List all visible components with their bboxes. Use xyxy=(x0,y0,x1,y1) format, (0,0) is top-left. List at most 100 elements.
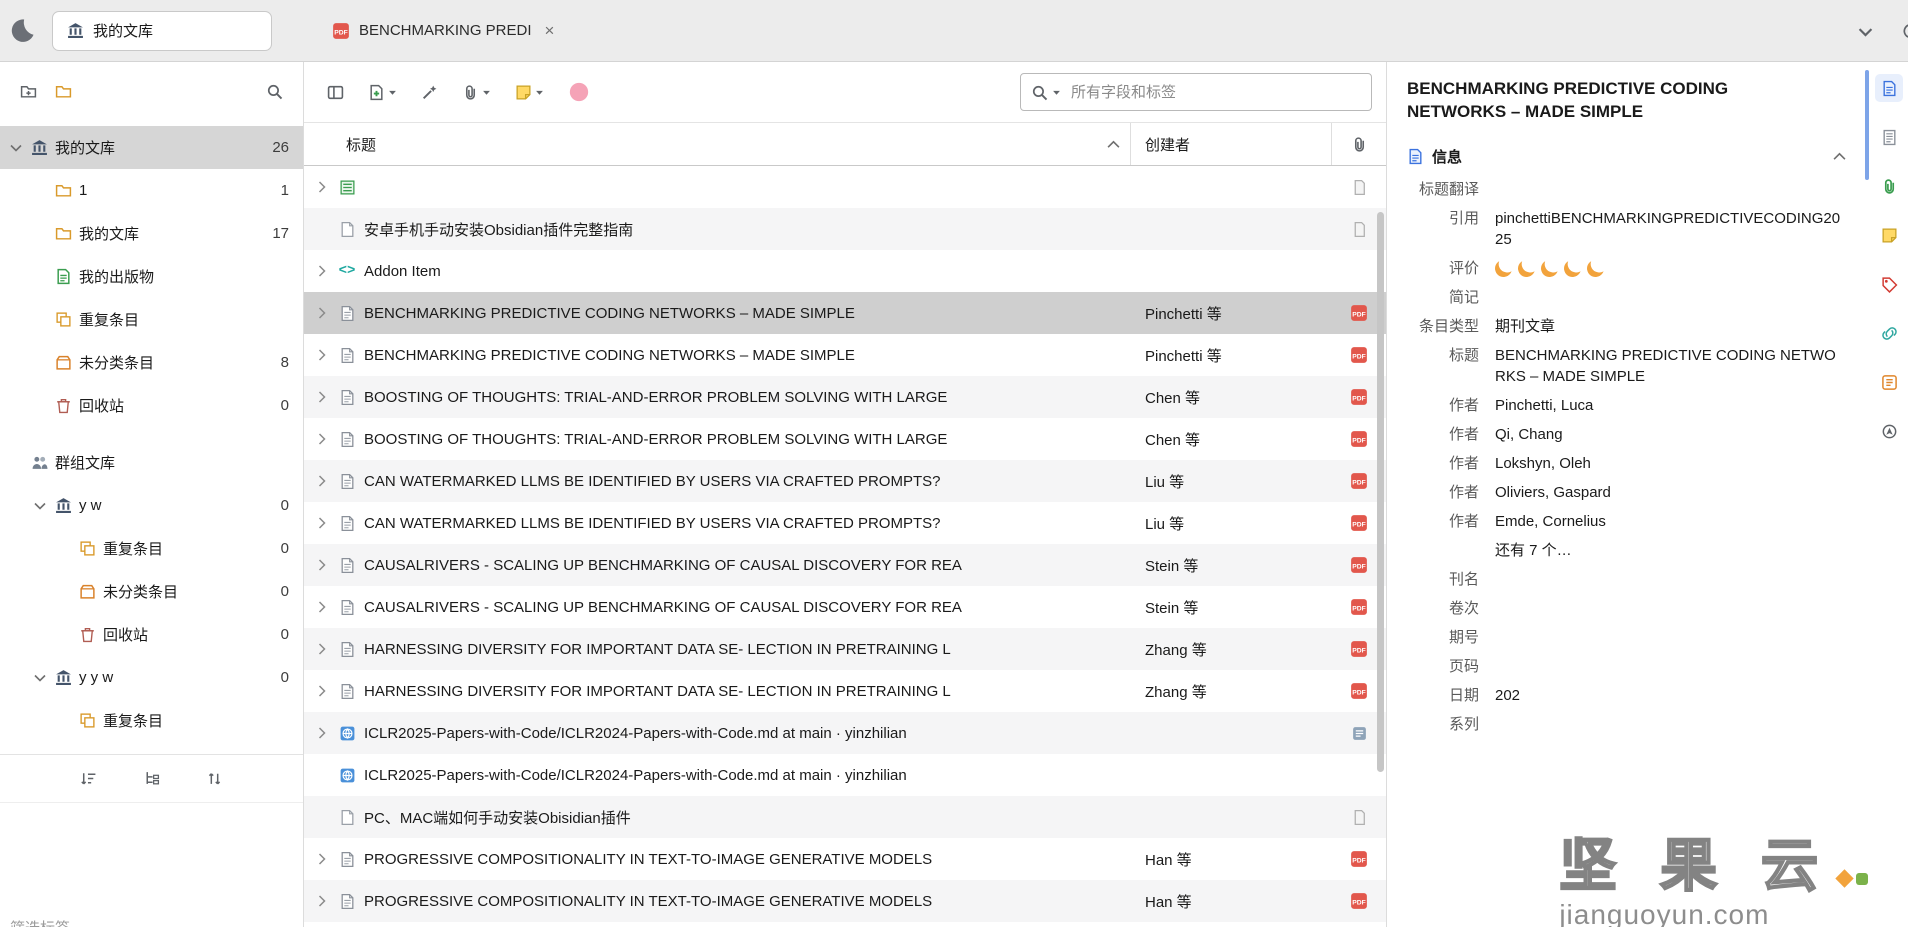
sidebar-item[interactable]: 群组文库 xyxy=(0,441,303,484)
twisty-icon[interactable] xyxy=(314,643,330,655)
twisty-icon[interactable] xyxy=(314,349,330,361)
field-value[interactable] xyxy=(1495,179,1846,200)
field-value[interactable] xyxy=(1495,569,1846,590)
field-value[interactable]: pinchettiBENCHMARKINGPREDICTIVECODING202… xyxy=(1495,208,1846,250)
locate-pane-icon[interactable] xyxy=(1875,417,1903,445)
sidebar-item[interactable]: 重复条目 xyxy=(0,298,303,341)
moon-theme-icon[interactable] xyxy=(0,17,44,44)
table-row[interactable]: PC、MAC端如何手动安装Obisidian插件 xyxy=(304,796,1386,838)
search-collections-icon[interactable] xyxy=(266,83,283,100)
table-row[interactable]: CAN WATERMARKED LLMS BE IDENTIFIED BY US… xyxy=(304,502,1386,544)
table-row[interactable]: <> Addon Item xyxy=(304,250,1386,292)
attachments-pane-icon[interactable] xyxy=(1875,172,1903,200)
twisty-icon[interactable] xyxy=(314,475,330,487)
table-row[interactable] xyxy=(304,166,1386,208)
twisty-icon[interactable] xyxy=(314,265,330,277)
table-row[interactable]: ICLR2025-Papers-with-Code/ICLR2024-Paper… xyxy=(304,754,1386,796)
twisty-icon[interactable] xyxy=(314,307,330,319)
sidebar-item[interactable]: 我的出版物 xyxy=(0,255,303,298)
field-value[interactable] xyxy=(1495,714,1846,735)
chevron-down-icon[interactable] xyxy=(1856,22,1875,41)
twisty-icon[interactable] xyxy=(314,601,330,613)
sidebar-item[interactable]: 重复条目 0 xyxy=(0,527,303,570)
table-row[interactable]: CAUSALRIVERS - SCALING UP BENCHMARKING O… xyxy=(304,586,1386,628)
sidebar-item[interactable]: 我的文库 17 xyxy=(0,212,303,255)
sidebar-item[interactable]: y y w 0 xyxy=(0,656,303,699)
table-row[interactable]: PROGRESSIVE COMPOSITIONALITY IN TEXT-TO-… xyxy=(304,838,1386,880)
new-note-button[interactable] xyxy=(508,78,551,107)
twisty-icon[interactable] xyxy=(8,144,24,152)
field-value[interactable]: Oliviers, Gaspard xyxy=(1495,482,1846,503)
sort-icon[interactable] xyxy=(80,770,97,787)
twisty-icon[interactable] xyxy=(32,674,48,682)
moon-rating-icon[interactable] xyxy=(1539,257,1561,279)
twisty-icon[interactable] xyxy=(32,502,48,510)
table-row[interactable]: BOOSTING OF THOUGHTS: TRIAL-AND-ERROR PR… xyxy=(304,418,1386,460)
table-row[interactable]: PROGRESSIVE COMPOSITIONALITY IN TEXT-TO-… xyxy=(304,880,1386,922)
toggle-panel-icon[interactable] xyxy=(320,78,351,107)
twisty-icon[interactable] xyxy=(314,181,330,193)
column-attachment[interactable] xyxy=(1332,123,1386,165)
items-scrollbar[interactable] xyxy=(1377,212,1384,772)
close-icon[interactable]: × xyxy=(545,21,555,41)
sidebar-item[interactable]: 未分类条目 0 xyxy=(0,742,303,754)
sidebar-item[interactable]: 1 1 xyxy=(0,169,303,212)
table-row[interactable]: HARNESSING DIVERSITY FOR IMPORTANT DATA … xyxy=(304,670,1386,712)
twisty-icon[interactable] xyxy=(314,433,330,445)
tab-library[interactable]: 我的文库 xyxy=(52,10,272,51)
sidebar-item[interactable]: 未分类条目 8 xyxy=(0,341,303,384)
sidebar-item[interactable]: 我的文库 26 xyxy=(0,126,303,169)
field-value[interactable]: Qi, Chang xyxy=(1495,424,1846,445)
column-creator[interactable]: 创建者 xyxy=(1131,123,1332,165)
table-row[interactable]: BENCHMARKING PREDICTIVE CODING NETWORKS … xyxy=(304,334,1386,376)
table-row[interactable]: 安卓手机手动安装Obsidian插件完整指南 xyxy=(304,208,1386,250)
tags-pane-icon[interactable] xyxy=(1875,270,1903,298)
plugin-pink-icon[interactable] xyxy=(561,75,597,109)
new-library-icon[interactable] xyxy=(55,83,72,100)
table-row[interactable]: BENCHMARKING PREDICTIVE CODING NETWORKS … xyxy=(304,292,1386,334)
add-by-identifier-icon[interactable] xyxy=(414,78,445,107)
table-row[interactable]: CAN WATERMARKED LLMS BE IDENTIFIED BY US… xyxy=(304,460,1386,502)
moon-rating-icon[interactable] xyxy=(1585,257,1607,279)
tag-filter-input[interactable]: 筛选标签 xyxy=(10,917,70,927)
info-pane-icon[interactable] xyxy=(1875,74,1903,102)
table-row[interactable]: ICLR2025-Papers-with-Code/ICLR2024-Paper… xyxy=(304,712,1386,754)
moon-rating-icon[interactable] xyxy=(1562,257,1584,279)
search-input[interactable] xyxy=(1071,83,1361,101)
tag-selector[interactable]: 筛选标签 xyxy=(0,802,303,927)
field-value[interactable] xyxy=(1495,258,1846,279)
info-section-header[interactable]: 信息 xyxy=(1407,146,1846,175)
field-value[interactable]: Lokshyn, Oleh xyxy=(1495,453,1846,474)
twisty-icon[interactable] xyxy=(314,685,330,697)
tab-reader[interactable]: PDF BENCHMARKING PREDI × xyxy=(332,21,554,41)
notes-pane-icon[interactable] xyxy=(1875,221,1903,249)
field-value[interactable] xyxy=(1495,287,1846,308)
search-scope-caret-icon[interactable] xyxy=(1052,88,1061,97)
twisty-icon[interactable] xyxy=(314,853,330,865)
twisty-icon[interactable] xyxy=(314,391,330,403)
search-box[interactable] xyxy=(1020,73,1372,111)
twisty-icon[interactable] xyxy=(314,727,330,739)
field-value[interactable] xyxy=(1495,598,1846,619)
field-value[interactable]: BENCHMARKING PREDICTIVE CODING NETWORKS … xyxy=(1495,345,1846,387)
table-row[interactable]: CAUSALRIVERS - SCALING UP BENCHMARKING O… xyxy=(304,544,1386,586)
moon-rating-icon[interactable] xyxy=(1516,257,1538,279)
twisty-icon[interactable] xyxy=(314,517,330,529)
field-value[interactable]: 期刊文章 xyxy=(1495,316,1846,337)
collapse-section-icon[interactable] xyxy=(1833,152,1846,161)
field-value[interactable]: Pinchetti, Luca xyxy=(1495,395,1846,416)
sidebar-item[interactable]: y w 0 xyxy=(0,484,303,527)
field-value[interactable]: 202 xyxy=(1495,685,1846,706)
field-value[interactable] xyxy=(1495,627,1846,648)
table-row[interactable]: BOOSTING OF THOUGHTS: TRIAL-AND-ERROR PR… xyxy=(304,376,1386,418)
sync-icon[interactable] xyxy=(1901,23,1908,40)
field-value[interactable] xyxy=(1495,656,1846,677)
moon-rating-icon[interactable] xyxy=(1493,257,1515,279)
sidebar-item[interactable]: 重复条目 xyxy=(0,699,303,742)
view-hierarchy-icon[interactable] xyxy=(143,770,160,787)
sidebar-item[interactable]: 未分类条目 0 xyxy=(0,570,303,613)
abstract-pane-icon[interactable] xyxy=(1875,123,1903,151)
sidebar-item[interactable]: 回收站 0 xyxy=(0,613,303,656)
add-attachment-button[interactable] xyxy=(455,78,498,107)
more-creators[interactable]: 还有 7 个… xyxy=(1495,540,1846,561)
